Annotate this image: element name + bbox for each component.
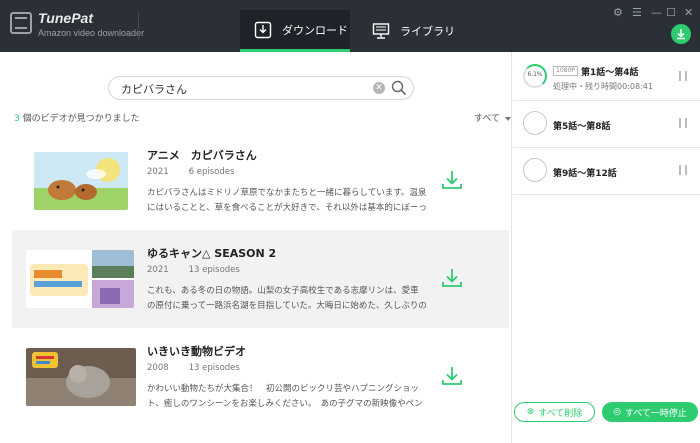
video-thumbnail bbox=[26, 348, 136, 406]
title-bar: TunePat Amazon video downloader ダウンロード ラ… bbox=[0, 0, 700, 52]
video-thumbnail bbox=[34, 152, 128, 210]
close-circle-icon: ⊗ bbox=[526, 407, 535, 417]
results-count: 3 個のビデオが見つかりました bbox=[14, 111, 140, 124]
video-year: 2021 bbox=[147, 167, 169, 177]
results-count-text: 個のビデオが見つかりました bbox=[19, 114, 140, 124]
tab-download[interactable]: ダウンロード bbox=[240, 10, 350, 52]
video-item[interactable]: アニメ カピバラさん 2021 6 episodes カピバラさんはミドリノ草原で… bbox=[12, 132, 509, 230]
search-bar[interactable]: カピバラさん ✕ bbox=[108, 76, 414, 100]
maximize-icon[interactable]: ☐ bbox=[666, 6, 676, 19]
pause-icon[interactable] bbox=[679, 165, 687, 175]
minimize-icon[interactable]: — bbox=[651, 6, 662, 19]
download-icon[interactable] bbox=[440, 266, 464, 290]
queue-item-title: 第5話～第8話 bbox=[553, 122, 611, 132]
search-icon[interactable] bbox=[391, 80, 407, 96]
video-episodes: 6 episodes bbox=[188, 167, 235, 177]
quality-badge: 1080P bbox=[553, 66, 578, 76]
pause-icon[interactable] bbox=[679, 118, 687, 128]
app-subtitle: Amazon video downloader bbox=[38, 28, 145, 38]
app-name: TunePat bbox=[38, 10, 93, 26]
queue-item-status: 処理中・残り時間00:08:41 bbox=[553, 82, 653, 91]
queue-item-title: 第9話～第12話 bbox=[553, 169, 617, 179]
download-queue-toggle-icon[interactable] bbox=[671, 24, 691, 44]
queue-item-title: 第1話～第4話 bbox=[581, 68, 639, 78]
video-description: かわいい動物たちが大集合！ 初公開のビックリ芸やハプニングショット、癒しのワンシ… bbox=[147, 384, 423, 409]
clear-all-button[interactable]: ⊗ すべて削除 bbox=[514, 402, 595, 422]
download-icon[interactable] bbox=[440, 168, 464, 192]
pause-icon[interactable] bbox=[679, 71, 687, 81]
sort-dropdown[interactable]: すべて bbox=[474, 111, 512, 124]
download-arrow-icon bbox=[677, 29, 685, 40]
menu-icon[interactable]: ☰ bbox=[632, 6, 642, 19]
divider bbox=[138, 12, 139, 40]
clear-all-label: すべて削除 bbox=[538, 408, 583, 419]
video-description: これも、ある冬の日の物語。山梨の女子高校生である志摩リンは、愛車の原付に乗って一… bbox=[147, 286, 427, 311]
video-title: いきいき動物ビデオ bbox=[147, 345, 246, 358]
close-icon[interactable]: ✕ bbox=[684, 6, 693, 19]
download-icon[interactable] bbox=[440, 364, 464, 388]
progress-percent: 6.1% bbox=[527, 71, 543, 78]
download-tab-icon bbox=[254, 21, 272, 38]
library-tab-icon bbox=[372, 23, 390, 39]
video-episodes: 13 episodes bbox=[188, 363, 240, 373]
queue-item[interactable]: 6.1% 1080P 第1話～第4話 処理中・残り時間00:08:41 bbox=[513, 54, 700, 101]
app-logo-icon bbox=[10, 12, 32, 34]
video-title: アニメ カピバラさん bbox=[147, 149, 257, 162]
video-episodes: 13 episodes bbox=[188, 265, 240, 275]
progress-ring bbox=[523, 158, 547, 182]
main-panel: カピバラさん ✕ 3 個のビデオが見つかりました すべて アニメ カピバラさん bbox=[0, 52, 512, 443]
video-year: 2008 bbox=[147, 363, 169, 373]
pause-all-label: すべて一時停止 bbox=[624, 408, 687, 419]
video-year: 2021 bbox=[147, 265, 169, 275]
tab-library[interactable]: ライブラリ bbox=[358, 10, 468, 52]
download-queue-panel: 6.1% 1080P 第1話～第4話 処理中・残り時間00:08:41 第5話～… bbox=[513, 52, 700, 443]
video-meta: 2021 6 episodes bbox=[147, 167, 234, 177]
pause-circle-icon: ◎ bbox=[613, 407, 621, 417]
search-input[interactable]: カピバラさん bbox=[121, 81, 187, 97]
tab-download-label: ダウンロード bbox=[282, 23, 348, 37]
video-description: カピバラさんはミドリノ草原でなかまたちと一緒に暮らしています。温泉にはいることと… bbox=[147, 188, 427, 213]
video-title: ゆるキャン△ SEASON 2 bbox=[147, 247, 277, 260]
video-item[interactable]: いきいき動物ビデオ 2008 13 episodes かわいい動物たちが大集合！ … bbox=[12, 328, 509, 426]
queue-item[interactable]: 第9話～第12話 bbox=[513, 148, 700, 195]
pause-all-button[interactable]: ◎ すべて一時停止 bbox=[602, 402, 698, 422]
video-item[interactable]: ゆるキャン△ SEASON 2 2021 13 episodes これも、ある冬の… bbox=[12, 230, 509, 328]
video-thumbnail bbox=[26, 250, 134, 308]
settings-icon[interactable]: ⚙ bbox=[613, 6, 623, 19]
sort-label: すべて bbox=[474, 114, 501, 124]
tab-library-label: ライブラリ bbox=[400, 25, 455, 38]
chevron-down-icon bbox=[505, 116, 512, 121]
video-meta: 2021 13 episodes bbox=[147, 265, 240, 275]
clear-search-icon[interactable]: ✕ bbox=[373, 82, 385, 94]
queue-item[interactable]: 第5話～第8話 bbox=[513, 101, 700, 148]
video-meta: 2008 13 episodes bbox=[147, 363, 240, 373]
progress-ring bbox=[523, 111, 547, 135]
